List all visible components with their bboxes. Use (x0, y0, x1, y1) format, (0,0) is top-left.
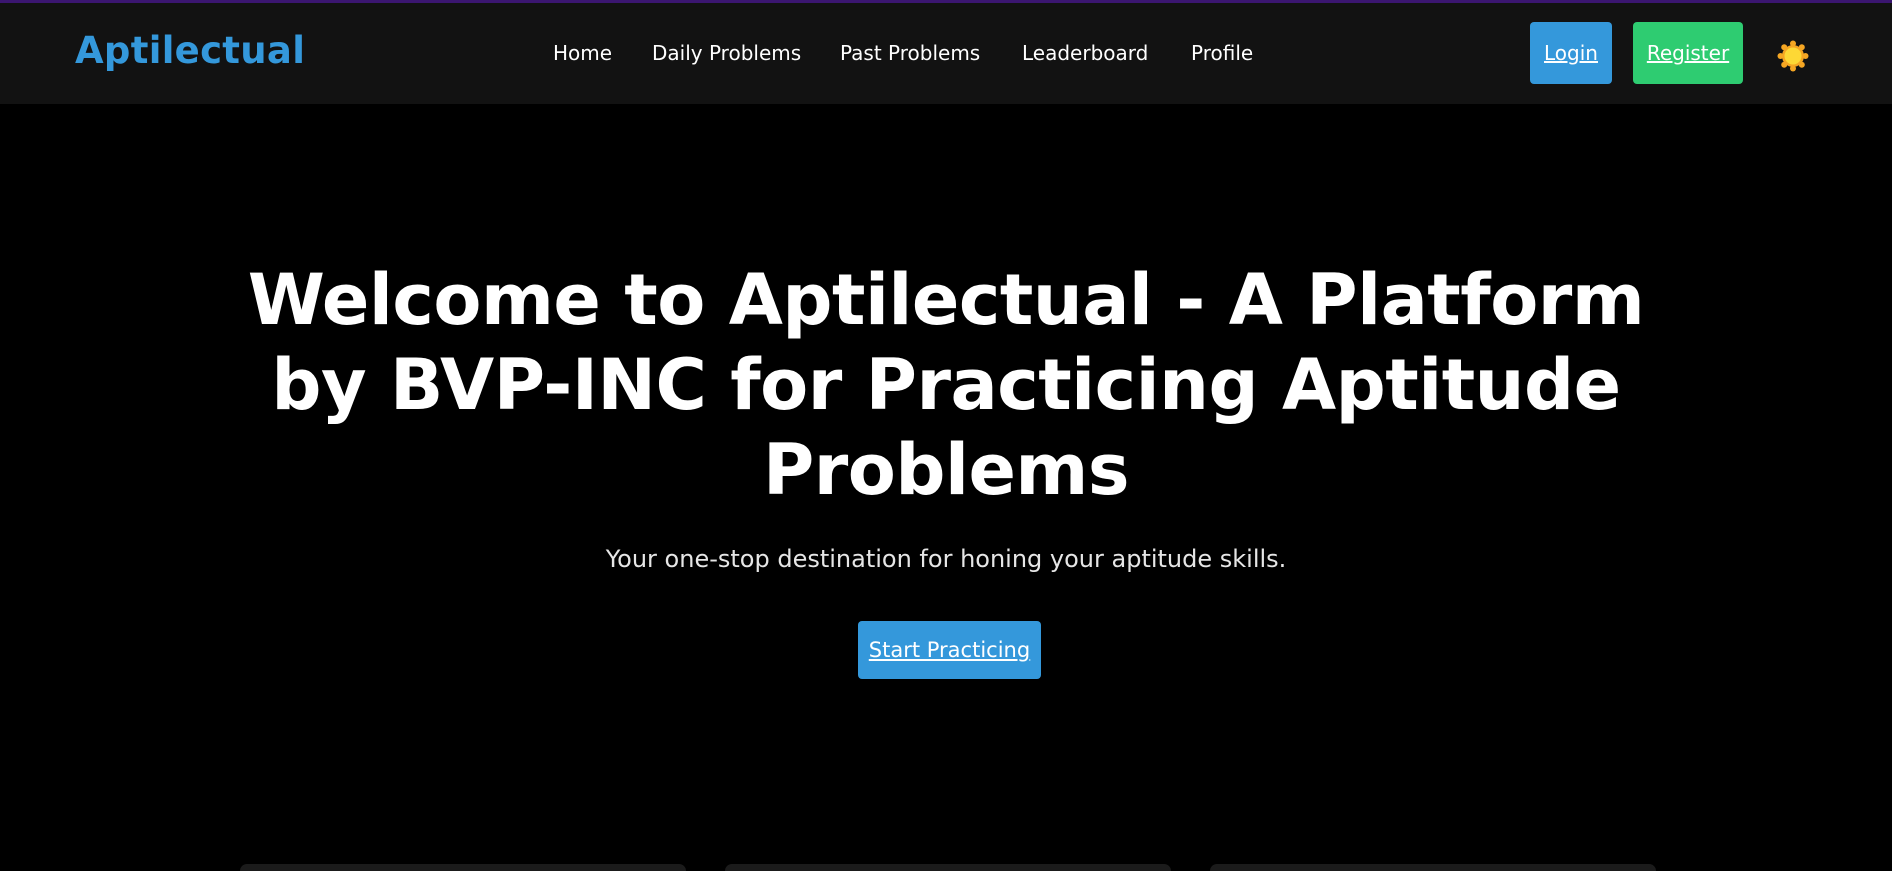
sun-icon (1777, 40, 1809, 72)
feature-card (1210, 864, 1656, 871)
feature-card (240, 864, 686, 871)
nav-link-leaderboard[interactable]: Leaderboard (1022, 41, 1148, 65)
register-button[interactable]: Register (1633, 22, 1743, 84)
hero-subtitle: Your one-stop destination for honing you… (605, 545, 1287, 573)
nav-link-past-problems[interactable]: Past Problems (840, 41, 980, 65)
feature-card (725, 864, 1171, 871)
hero-title: Welcome to Aptilectual - A Platform by B… (247, 259, 1645, 511)
nav-link-daily-problems[interactable]: Daily Problems (652, 41, 801, 65)
nav-link-profile[interactable]: Profile (1191, 41, 1253, 65)
theme-toggle-button[interactable] (1777, 40, 1809, 72)
nav-link-home[interactable]: Home (553, 41, 612, 65)
login-button[interactable]: Login (1530, 22, 1612, 84)
start-practicing-button[interactable]: Start Practicing (858, 621, 1041, 679)
navbar: Aptilectual Home Daily Problems Past Pro… (0, 3, 1892, 104)
